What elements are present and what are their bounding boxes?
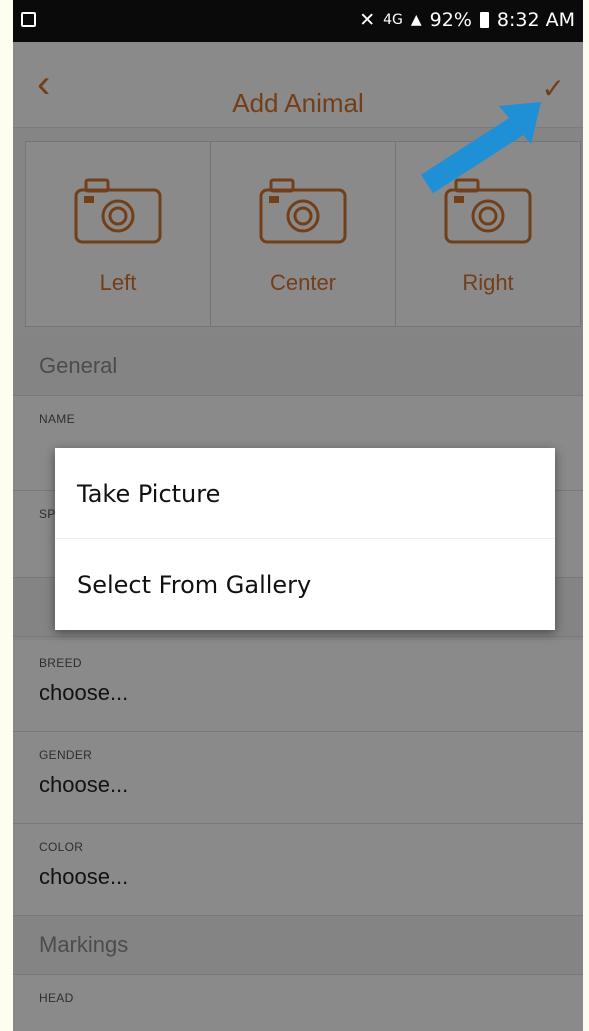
battery-percent: 92% [429,9,472,31]
phone-screen: ✕ 4G ▲ 92% 8:32 AM ‹ Add Animal ✓ Left C… [13,0,583,1031]
gallery-notification-icon [21,12,36,27]
clock: 8:32 AM [496,9,575,31]
mute-icon: ✕ [359,9,376,31]
pointer-arrow-icon [421,102,541,194]
take-picture-option[interactable]: Take Picture [55,448,555,538]
status-bar: ✕ 4G ▲ 92% 8:32 AM [13,0,583,42]
left-gutter [0,0,13,1031]
select-gallery-option[interactable]: Select From Gallery [55,538,555,629]
network-label: 4G [383,12,403,28]
take-picture-label: Take Picture [77,480,221,508]
battery-icon [479,12,489,28]
select-gallery-label: Select From Gallery [77,571,312,599]
right-gutter [583,0,589,1031]
status-indicators: ✕ 4G ▲ 92% 8:32 AM [359,9,575,31]
signal-icon: ▲ [410,12,422,28]
photo-source-dialog: Take Picture Select From Gallery [55,448,555,630]
